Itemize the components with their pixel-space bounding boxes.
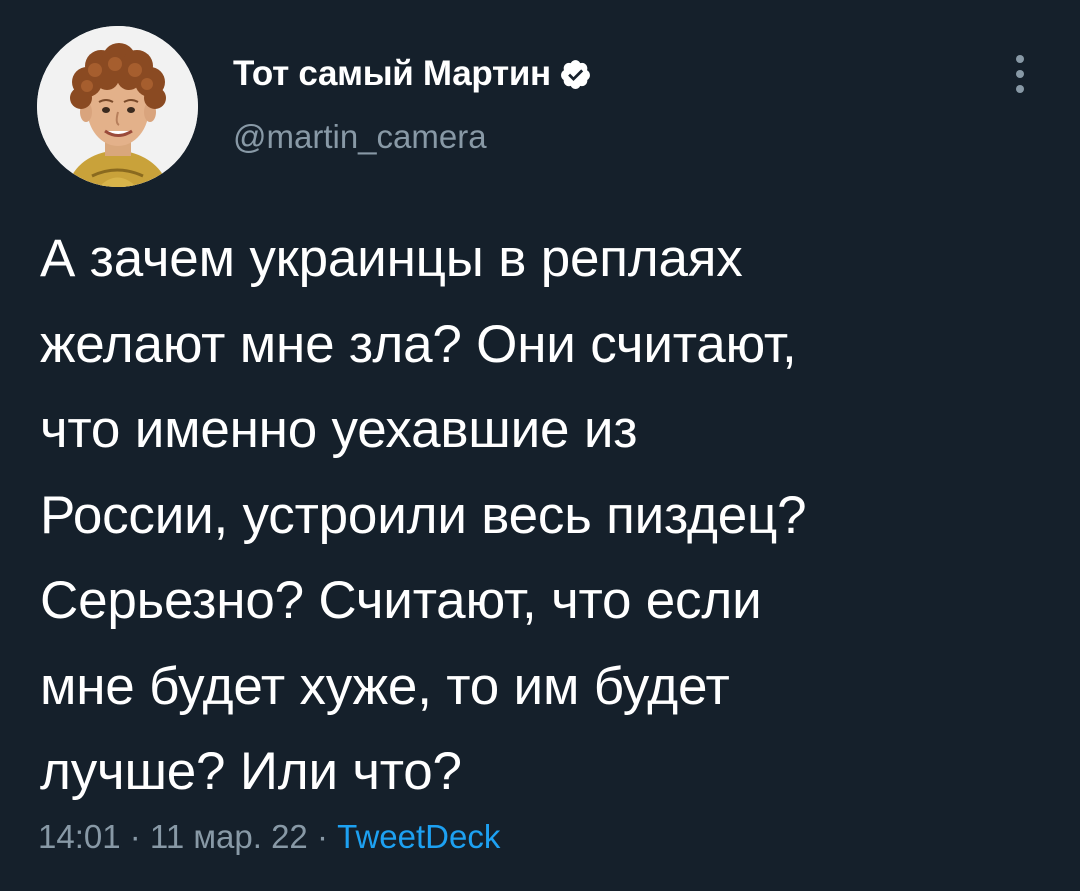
tweet-text-line: что именно уехавшие из — [40, 400, 638, 459]
tweet-meta: 14:01 · 11 мар. 22 · TweetDeck — [38, 818, 500, 856]
tweet-card: Тот самый Мартин @martin_camera А зачем … — [0, 0, 1080, 891]
tweet-date[interactable]: 11 мар. 22 — [150, 818, 308, 855]
tweet-text-line: мне будет хуже, то им будет — [40, 656, 730, 716]
tweet-text-line: А зачем украинцы в реплаях — [40, 229, 743, 288]
verified-badge-icon — [560, 59, 590, 89]
author-name-row[interactable]: Тот самый Мартин — [233, 52, 592, 96]
tweet-source-link[interactable]: TweetDeck — [337, 818, 500, 855]
tweet-text-line: желают мне зла? Они считают, — [40, 314, 797, 374]
more-dot — [1016, 55, 1024, 63]
avatar-photo — [37, 26, 198, 187]
author-display-name[interactable]: Тот самый Мартин — [233, 54, 551, 94]
tweet-text-line: Серьезно? Считают, что если — [40, 571, 762, 630]
tweet-text-line: лучше? Или что? — [40, 742, 462, 801]
avatar[interactable] — [37, 26, 198, 187]
meta-separator: · — [307, 818, 338, 855]
author-handle[interactable]: @martin_camera — [233, 118, 487, 156]
more-dot — [1016, 85, 1024, 93]
more-options-icon[interactable] — [1005, 52, 1035, 96]
more-dot — [1016, 70, 1024, 78]
tweet-text: А зачем украинцы в реплаях желают мне зл… — [40, 216, 1050, 815]
tweet-text-line: России, устроили весь пиздец? — [40, 485, 807, 545]
meta-separator: · — [120, 818, 150, 855]
tweet-time[interactable]: 14:01 — [38, 818, 121, 855]
